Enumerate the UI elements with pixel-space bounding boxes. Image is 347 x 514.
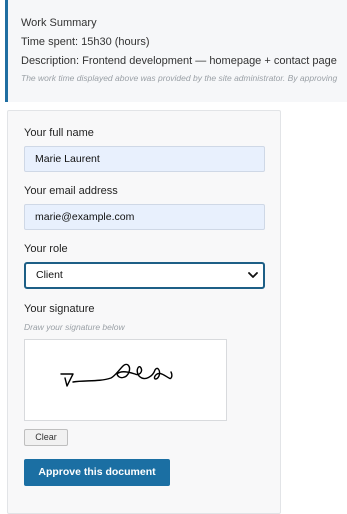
summary-time-spent: Time spent: 15h30 (hours)	[21, 36, 150, 48]
email-label: Your email address	[24, 185, 118, 197]
approval-form: Your full name Marie Laurent Your email …	[7, 110, 281, 514]
role-select[interactable]: Client	[24, 262, 265, 289]
summary-title: Work Summary	[21, 17, 97, 29]
work-summary-panel: Work Summary Time spent: 15h30 (hours) D…	[5, 0, 347, 102]
full-name-input[interactable]: Marie Laurent	[24, 146, 265, 172]
chevron-down-icon	[248, 272, 258, 278]
summary-note: The work time displayed above was provid…	[21, 73, 338, 83]
role-select-value: Client	[36, 269, 63, 281]
summary-description: Description: Frontend development — home…	[21, 55, 337, 67]
email-input[interactable]: marie@example.com	[24, 204, 265, 230]
full-name-label: Your full name	[24, 127, 94, 139]
signature-stroke	[60, 363, 173, 387]
role-label: Your role	[24, 243, 68, 255]
approve-document-button[interactable]: Approve this document	[24, 459, 170, 486]
signature-hint: Draw your signature below	[24, 322, 125, 332]
clear-signature-button[interactable]: Clear	[24, 429, 68, 446]
signature-pad[interactable]	[24, 339, 227, 421]
signature-label: Your signature	[24, 303, 95, 315]
